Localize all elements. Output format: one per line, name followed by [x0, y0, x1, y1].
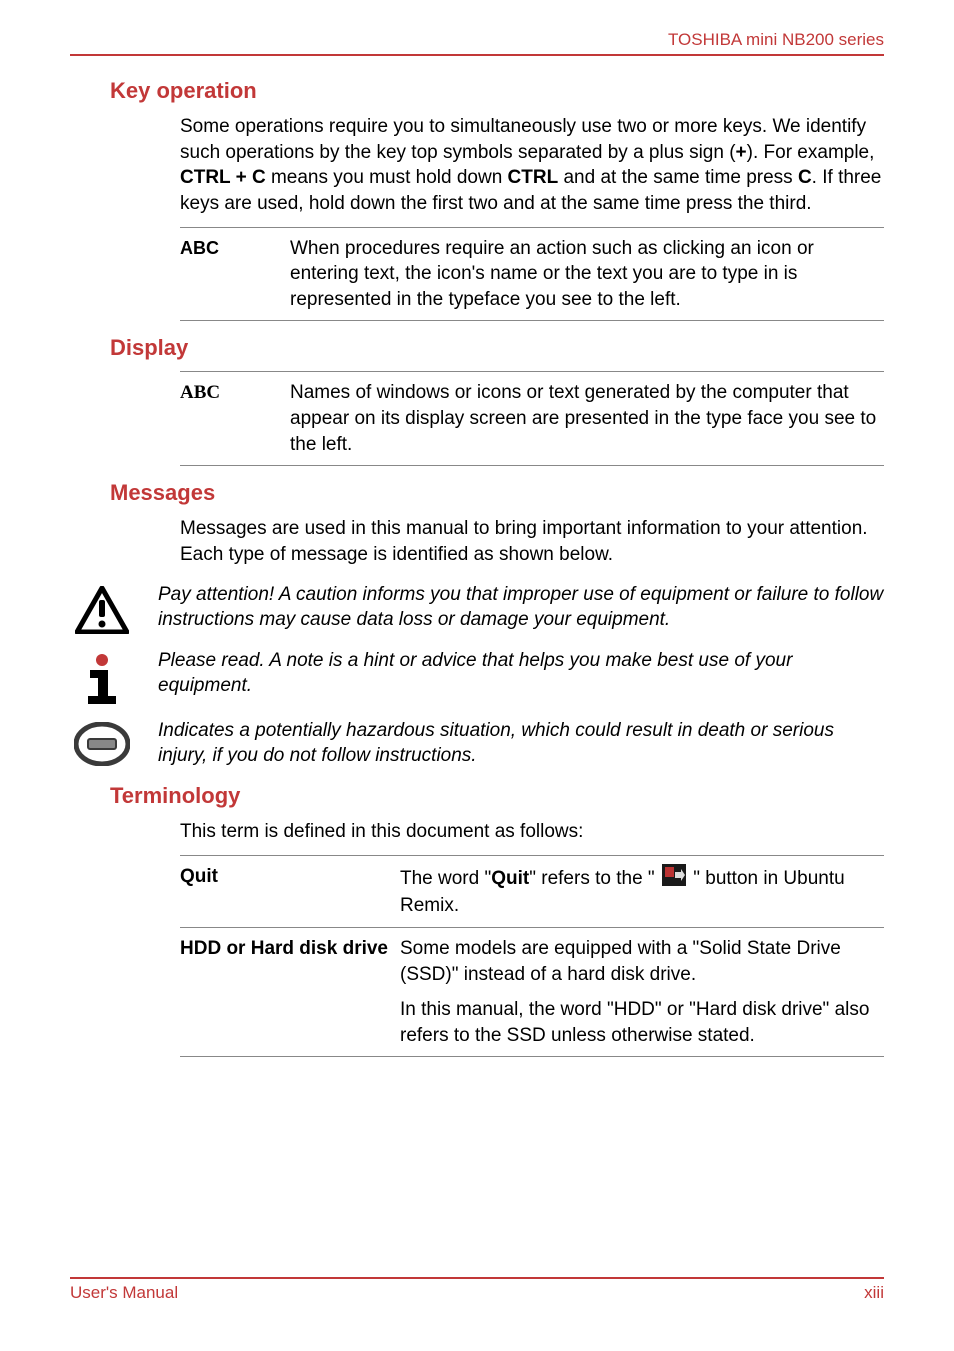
footer-right: xiii — [864, 1283, 884, 1303]
warning-text: Indicates a potentially hazardous situat… — [158, 718, 884, 769]
caution-row: Pay attention! A caution informs you tha… — [70, 582, 884, 634]
term-quit-key: Quit — [180, 855, 400, 927]
key-operation-intro: Some operations require you to simultane… — [70, 114, 884, 217]
section-title-display: Display — [70, 335, 884, 361]
caution-icon — [70, 582, 134, 634]
caution-text: Pay attention! A caution informs you tha… — [158, 582, 884, 633]
key-operation-typeface: ABC — [180, 236, 260, 259]
term-hdd-val: Some models are equipped with a "Solid S… — [400, 927, 884, 1057]
term-quit-val: The word "Quit" refers to the " " button… — [400, 855, 884, 927]
messages-intro: Messages are used in this manual to brin… — [70, 516, 884, 567]
note-row: Please read. A note is a hint or advice … — [70, 648, 884, 704]
key-operation-typeface-desc: When procedures require an action such a… — [290, 236, 884, 313]
page-footer: User's Manual xiii — [70, 1277, 884, 1303]
note-icon — [70, 648, 134, 704]
display-table: ABC Names of windows or icons or text ge… — [180, 371, 884, 466]
terminology-table: Quit The word "Quit" refers to the " " b… — [180, 855, 884, 1058]
table-row: Quit The word "Quit" refers to the " " b… — [180, 855, 884, 927]
page-header: TOSHIBA mini NB200 series — [70, 30, 884, 56]
table-row: HDD or Hard disk drive Some models are e… — [180, 927, 884, 1057]
warning-icon — [70, 718, 134, 766]
section-title-key-operation: Key operation — [70, 78, 884, 104]
note-text: Please read. A note is a hint or advice … — [158, 648, 884, 699]
display-typeface: ABC — [180, 380, 260, 404]
section-title-messages: Messages — [70, 480, 884, 506]
term-hdd-key: HDD or Hard disk drive — [180, 927, 400, 1057]
terminology-intro: This term is defined in this document as… — [70, 819, 884, 845]
quit-button-icon — [662, 864, 686, 894]
warning-row: Indicates a potentially hazardous situat… — [70, 718, 884, 769]
key-operation-table: ABC When procedures require an action su… — [180, 227, 884, 322]
section-title-terminology: Terminology — [70, 783, 884, 809]
footer-left: User's Manual — [70, 1283, 178, 1303]
series-name: TOSHIBA mini NB200 series — [668, 30, 884, 49]
display-typeface-desc: Names of windows or icons or text genera… — [290, 380, 884, 457]
